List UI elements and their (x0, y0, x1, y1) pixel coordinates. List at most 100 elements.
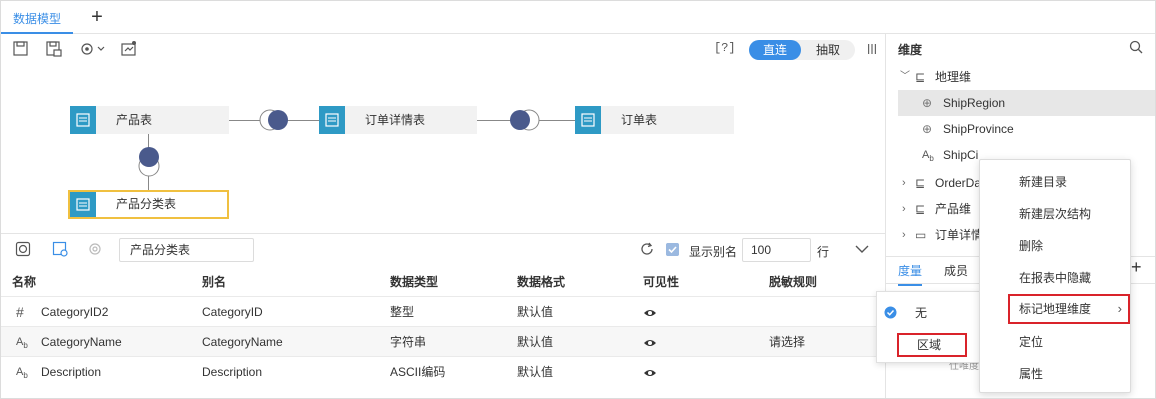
table-label: 产品分类表 (116, 197, 177, 211)
panel-title: 维度 (898, 43, 923, 57)
menu-item-new-folder[interactable]: 新建目录 (980, 166, 1130, 198)
menu-item-properties[interactable]: 属性 (980, 358, 1130, 390)
rows-unit: 行 (817, 245, 830, 259)
submenu-item-region[interactable]: 区域 (897, 333, 967, 357)
refresh-icon[interactable] (639, 241, 655, 257)
field-format[interactable]: 默认值 (517, 357, 553, 387)
tree-item-ship-region[interactable]: ⊕ ShipRegion (898, 90, 1155, 116)
chevron-right-icon[interactable]: › (902, 222, 906, 248)
chevron-right-icon[interactable]: › (902, 170, 906, 196)
chevron-right-icon: › (1117, 301, 1122, 316)
table-settings-icon[interactable] (52, 241, 68, 257)
tab-measure[interactable]: 度量 (898, 262, 923, 286)
tree-item-geo[interactable]: ﹀ ⊑ 地理维 (886, 64, 1155, 90)
show-alias-checkbox[interactable] (666, 243, 679, 256)
menu-item-locate[interactable]: 定位 (980, 326, 1130, 358)
col-header-name: 名称 (12, 275, 37, 289)
field-mask[interactable]: 请选择 (769, 327, 805, 357)
eye-icon[interactable] (643, 308, 657, 318)
tree-item-order-date[interactable]: › ⊑ OrderDa (886, 170, 979, 196)
submenu-item-none[interactable]: 无 (877, 298, 979, 328)
eye-icon[interactable] (643, 368, 657, 378)
chevron-right-icon[interactable]: › (902, 196, 906, 222)
col-header-format: 数据格式 (517, 275, 566, 289)
hierarchy-icon: ⊑ (915, 176, 926, 190)
tab-bar: 数据模型 + (1, 1, 1155, 34)
field-alias[interactable]: CategoryName (202, 327, 283, 357)
help-button[interactable]: [?] (714, 41, 736, 55)
table-row[interactable]: Ab CategoryName CategoryName 字符串 默认值 请选择 (1, 326, 885, 356)
chevron-down-icon[interactable]: ﹀ (900, 64, 910, 90)
field-name: CategoryName (41, 335, 122, 349)
tree-label: 产品维 (935, 202, 972, 216)
globe-icon: ⊕ (922, 96, 933, 110)
canvas-table-product-category[interactable]: 产品分类表 (68, 190, 229, 219)
preview-icon[interactable] (120, 40, 138, 58)
tree-item-ship-province[interactable]: ⊕ ShipProvince (898, 116, 1155, 142)
data-model-window: 数据模型 + [?] 直连 抽取 产品表 订单详情表 订单表 产品分类表 产品分… (0, 0, 1156, 399)
canvas-table-product[interactable]: 产品表 (70, 106, 229, 134)
tree-label: ShipRegion (943, 96, 1006, 110)
table-icon (70, 106, 96, 134)
gear-icon[interactable] (87, 241, 103, 257)
table-label: 订单表 (621, 113, 658, 127)
table-label: 订单详情表 (365, 113, 426, 127)
save-as-icon[interactable] (45, 40, 63, 58)
chevron-down-icon[interactable] (854, 243, 870, 255)
context-menu: 新建目录 新建层次结构 删除 在报表中隐藏 标记地理维度 › 定位 属性 (979, 159, 1131, 393)
text-type-icon: Ab (16, 366, 28, 381)
show-alias-label: 显示别名 (689, 245, 738, 259)
join-node[interactable] (137, 145, 161, 179)
text-type-icon: Ab (16, 336, 28, 351)
save-icon[interactable] (12, 40, 30, 58)
divider (1, 233, 885, 234)
hierarchy-icon: ⊑ (915, 202, 926, 216)
tab-member[interactable]: 成员 (944, 262, 968, 279)
join-node[interactable] (508, 109, 544, 131)
field-alias[interactable]: Description (202, 357, 262, 387)
add-icon[interactable]: + (1131, 257, 1142, 278)
menu-item-hide-in-report[interactable]: 在报表中隐藏 (980, 262, 1130, 294)
menu-item-new-hierarchy[interactable]: 新建层次结构 (980, 198, 1130, 230)
tree-item-product[interactable]: › ⊑ 产品维 (886, 196, 979, 222)
field-type[interactable]: 整型 (390, 297, 414, 327)
tab-data-model[interactable]: 数据模型 (1, 1, 73, 34)
collapse-panel-icon[interactable] (867, 43, 877, 55)
field-search-icon[interactable] (15, 241, 31, 257)
geo-submenu: 无 区域 (876, 291, 980, 363)
canvas-table-order-detail[interactable]: 订单详情表 (319, 106, 477, 134)
tree-label: 订单详情 (935, 228, 979, 242)
search-icon[interactable] (1129, 40, 1143, 54)
table-row[interactable]: Ab Description Description ASCII编码 默认值 (1, 356, 885, 386)
table-name-input[interactable]: 产品分类表 (119, 238, 254, 262)
col-header-mask: 脱敏规则 (769, 275, 818, 289)
tree-label: 地理维 (935, 70, 972, 84)
col-header-visibility: 可见性 (643, 275, 680, 289)
menu-item-delete[interactable]: 删除 (980, 230, 1130, 262)
join-node[interactable] (257, 109, 293, 131)
table-row[interactable]: # CategoryID2 CategoryID 整型 默认值 (1, 296, 885, 326)
settings-dropdown-icon[interactable] (79, 40, 107, 58)
canvas-table-order[interactable]: 订单表 (575, 106, 734, 134)
number-type-icon: # (16, 304, 24, 320)
menu-item-mark-geo-dimension[interactable]: 标记地理维度 › (1008, 294, 1130, 324)
add-tab-icon[interactable]: + (87, 7, 107, 27)
field-format[interactable]: 默认值 (517, 297, 553, 327)
field-type[interactable]: 字符串 (390, 327, 426, 357)
field-name: CategoryID2 (41, 305, 109, 319)
mode-direct-button[interactable]: 直连 (749, 40, 801, 60)
rows-input[interactable]: 100 (742, 238, 811, 262)
mode-extract-button[interactable]: 抽取 (801, 40, 855, 60)
field-format[interactable]: 默认值 (517, 327, 553, 357)
table-icon (575, 106, 601, 134)
tree-label: ShipProvince (943, 122, 1014, 136)
field-name: Description (41, 365, 102, 379)
tree-item-ship-city[interactable]: Ab ShipCity (898, 142, 978, 168)
field-type[interactable]: ASCII编码 (390, 357, 445, 387)
eye-icon[interactable] (643, 338, 657, 348)
tree-label: OrderDa (935, 176, 979, 190)
globe-icon: ⊕ (922, 122, 933, 136)
field-alias[interactable]: CategoryID (202, 297, 263, 327)
tree-item-order-detail[interactable]: › ▭ 订单详情 (886, 222, 979, 248)
table-icon (70, 192, 96, 217)
